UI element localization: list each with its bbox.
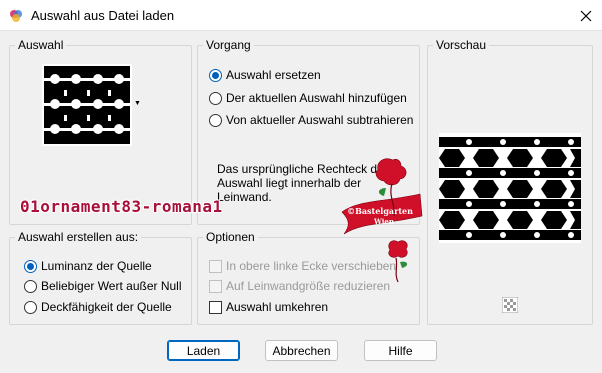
radio-auswahl-hinzufuegen[interactable]: Der aktuellen Auswahl hinzufügen [209,91,407,105]
radio-auswahl-ersetzen[interactable]: Auswahl ersetzen [209,68,321,82]
checkbox[interactable] [209,279,222,293]
radio-label: Luminanz der Quelle [41,259,152,273]
window-title: Auswahl aus Datei laden [31,8,175,23]
radio-label: Auswahl ersetzen [226,68,321,82]
radio-luminanz[interactable]: Luminanz der Quelle [24,259,152,273]
hilfe-button[interactable]: Hilfe [364,340,437,361]
close-button[interactable] [570,0,602,31]
app-icon [10,10,22,22]
radio-wert-ausser-null[interactable]: Beliebiger Wert außer Null [24,279,182,293]
radio-label: Deckfähigkeit der Quelle [41,300,172,314]
preview-image [439,133,581,243]
watermark-text: 01ornament83-romana1 [20,197,223,216]
close-icon [580,10,592,21]
checkbox-label: Auswahl umkehren [226,300,329,314]
radio-deckfaehigkeit[interactable]: Deckfähigkeit der Quelle [24,300,172,314]
checkerboard-icon [501,296,519,314]
checkbox[interactable] [209,300,222,314]
title-bar[interactable]: Auswahl aus Datei laden [0,0,602,31]
radio-button[interactable] [24,300,37,314]
thumbnail-dropdown-icon[interactable]: ▼ [134,100,141,107]
laden-button[interactable]: Laden [167,340,240,361]
selection-thumbnail-image [44,66,130,144]
checkbox[interactable] [209,259,222,273]
radio-button[interactable] [209,91,222,105]
erstellen-group-label: Auswahl erstellen aus: [15,230,142,244]
radio-label: Von aktueller Auswahl subtrahieren [226,113,414,127]
selection-thumbnail[interactable] [42,64,132,146]
optionen-group-label: Optionen [203,230,258,244]
vorgang-group-label: Vorgang [203,38,254,52]
vorschau-group-label: Vorschau [433,38,490,52]
stamp-line2: Wien [373,217,394,226]
stamp-line1: ©Bastelgarten [347,206,413,216]
radio-button[interactable] [24,259,37,273]
radio-label: Der aktuellen Auswahl hinzufügen [226,91,407,105]
transparency-checker-button[interactable] [501,296,519,314]
radio-auswahl-subtrahieren[interactable]: Von aktueller Auswahl subtrahieren [209,113,413,127]
bastelgarten-stamp: ©Bastelgarten Wien [341,158,423,283]
radio-button[interactable] [209,113,222,127]
radio-label: Beliebiger Wert außer Null [41,279,182,293]
radio-button[interactable] [209,68,222,82]
auswahl-group-label: Auswahl [15,38,67,52]
abbrechen-button[interactable]: Abbrechen [265,340,338,361]
preview-pattern [439,133,581,243]
checkbox-auswahl-umkehren[interactable]: Auswahl umkehren [209,300,328,314]
radio-button[interactable] [24,279,37,293]
